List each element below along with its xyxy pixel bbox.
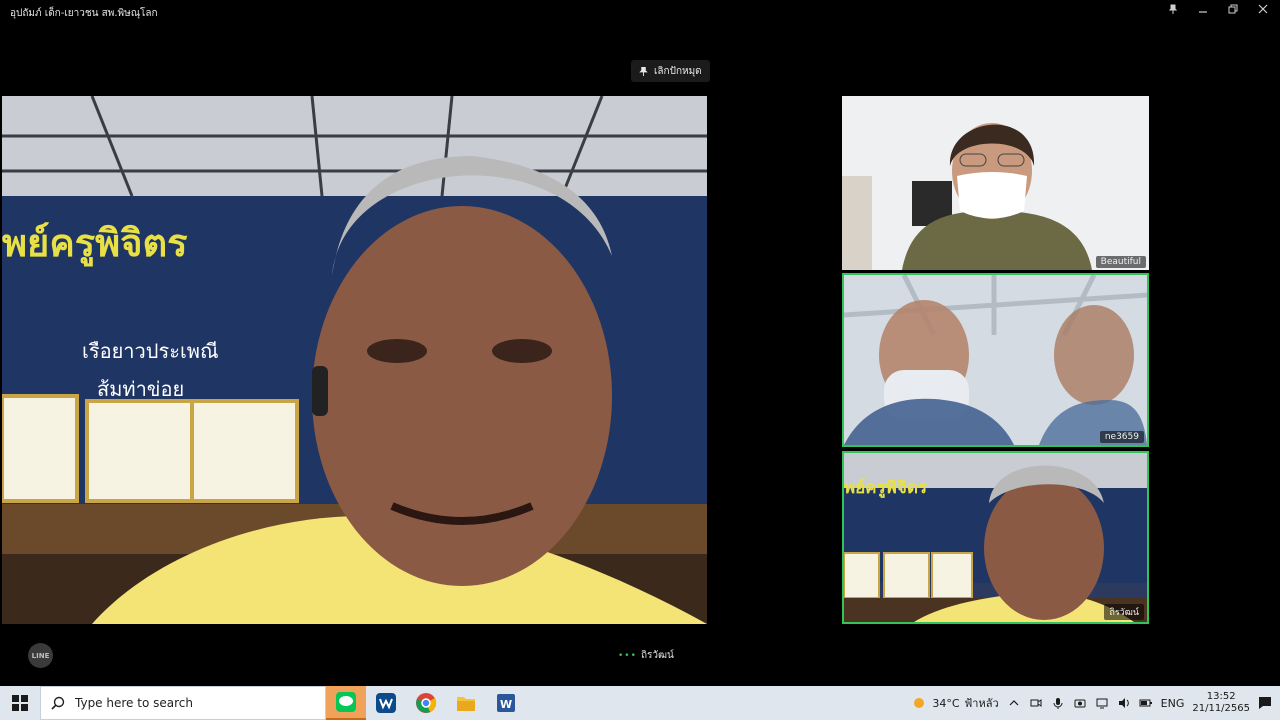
search-icon xyxy=(51,696,65,710)
participant-video-image xyxy=(842,96,1149,270)
weather-text: ฟ้าหลัว xyxy=(964,697,999,710)
file-explorer-icon[interactable] xyxy=(446,686,486,720)
window-title: อุปถัมภ์ เด็ก-เยาวชน สพ.พิษณุโลก xyxy=(10,8,158,19)
line-app-icon[interactable] xyxy=(326,686,366,720)
microphone-icon[interactable] xyxy=(1051,696,1065,710)
participant-name: ถิรวัฒน์ xyxy=(1104,604,1144,620)
minimize-icon[interactable] xyxy=(1196,4,1210,18)
participant-name: Beautiful xyxy=(1095,256,1146,268)
unpin-label: เลิกปักหมุด xyxy=(654,65,702,77)
camera-icon[interactable] xyxy=(1073,696,1087,710)
restore-icon[interactable] xyxy=(1226,4,1240,18)
title-bar: อุปถัมภ์ เด็ก-เยาวชน สพ.พิษณุโลก xyxy=(0,0,1280,26)
main-speaker-name: ถิรวัฒน์ xyxy=(640,650,674,661)
clock-date: 21/11/2565 xyxy=(1192,703,1250,714)
volume-icon[interactable] xyxy=(1117,696,1131,710)
participant-tile[interactable]: พย์ครูพิจิตร ถิรวัฒน์ xyxy=(842,451,1149,624)
svg-text:W: W xyxy=(500,698,512,711)
meeting-window: อุปถัมภ์ เด็ก-เยาวชน สพ.พิษณุโลก เลิกปัก… xyxy=(0,0,1280,686)
banner-text: พย์ครูพิจิตร xyxy=(2,221,188,267)
window-controls xyxy=(1166,4,1270,18)
participant-tile[interactable]: ne3659 xyxy=(842,273,1149,447)
svg-text:พย์ครูพิจิตร: พย์ครูพิจิตร xyxy=(844,477,928,499)
windows-icon xyxy=(12,695,28,711)
start-button[interactable] xyxy=(0,686,40,720)
unpin-button[interactable]: เลิกปักหมุด xyxy=(631,60,710,82)
network-icon[interactable] xyxy=(1095,696,1109,710)
clock[interactable]: 13:52 21/11/2565 xyxy=(1192,691,1250,715)
taskbar: W 34°C ฟ้าหลัว ENG 13:52 xyxy=(0,686,1280,720)
webex-icon[interactable] xyxy=(366,686,406,720)
word-icon[interactable]: W xyxy=(486,686,526,720)
taskbar-search[interactable] xyxy=(40,686,326,720)
meet-now-icon[interactable] xyxy=(1029,696,1043,710)
language-indicator[interactable]: ENG xyxy=(1161,697,1185,710)
notification-icon[interactable] xyxy=(1258,696,1272,710)
main-video-feed[interactable]: พย์ครูพิจิตร เรือยาวประเพณี ส้มท่าข่อย xyxy=(2,96,707,624)
pin-icon xyxy=(639,66,648,76)
svg-text:ส้มท่าข่อย: ส้มท่าข่อย xyxy=(97,377,184,401)
participant-video-image: พย์ครูพิจิตร xyxy=(844,453,1147,622)
chrome-icon[interactable] xyxy=(406,686,446,720)
clock-time: 13:52 xyxy=(1206,691,1236,702)
audio-indicator-icon: ••• xyxy=(618,650,637,661)
main-video-image: พย์ครูพิจิตร เรือยาวประเพณี ส้มท่าข่อย xyxy=(2,96,707,624)
close-icon[interactable] xyxy=(1256,4,1270,18)
participant-video-image xyxy=(844,275,1147,445)
pin-icon[interactable] xyxy=(1166,4,1180,18)
weather-temp: 34°C xyxy=(932,696,960,710)
search-input[interactable] xyxy=(75,696,295,710)
participant-tile[interactable]: Beautiful xyxy=(842,96,1149,270)
chevron-up-icon[interactable] xyxy=(1007,696,1021,710)
weather-widget[interactable]: 34°C ฟ้าหลัว xyxy=(911,694,999,712)
main-speaker-label: ••• ถิรวัฒน์ xyxy=(618,648,674,663)
participant-name: ne3659 xyxy=(1099,431,1144,443)
system-tray: 34°C ฟ้าหลัว ENG 13:52 21/11/2565 xyxy=(911,686,1280,720)
line-logo: LINE xyxy=(28,643,53,668)
sun-icon xyxy=(914,698,925,708)
svg-text:เรือยาวประเพณี: เรือยาวประเพณี xyxy=(82,339,219,363)
battery-icon[interactable] xyxy=(1139,696,1153,710)
